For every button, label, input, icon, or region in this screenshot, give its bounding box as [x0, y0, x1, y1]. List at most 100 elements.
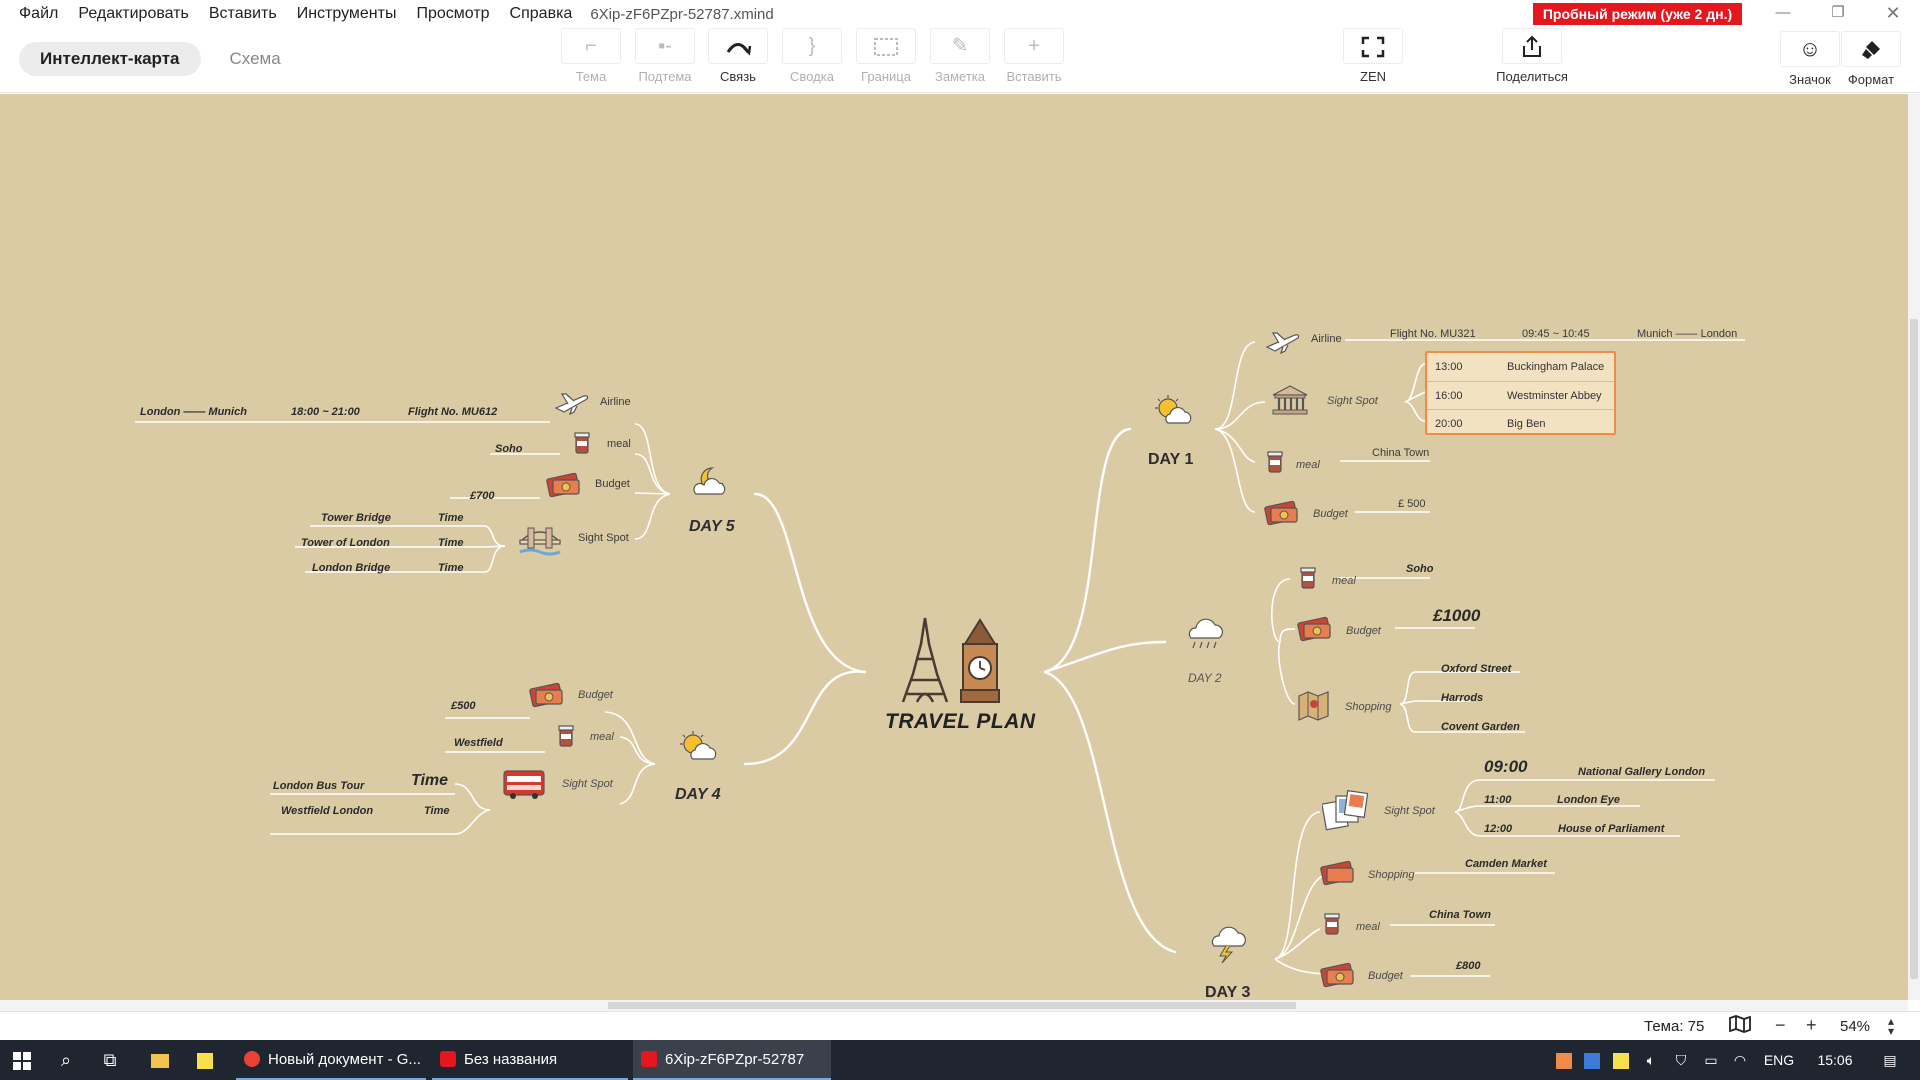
subtopic-button[interactable]: ▪- Подтема [634, 26, 696, 86]
label-budget[interactable]: Budget [1368, 970, 1403, 983]
label-meal[interactable]: meal [1296, 459, 1320, 472]
text-time[interactable]: 12:00 [1484, 823, 1512, 836]
text-budget[interactable]: £1000 [1433, 607, 1480, 624]
label-budget[interactable]: Budget [1346, 625, 1381, 638]
label-sight-spot[interactable]: Sight Spot [578, 532, 629, 545]
text-flight-no[interactable]: Flight No. MU612 [408, 406, 497, 419]
language-indicator[interactable]: ENG [1760, 1040, 1798, 1080]
restore-icon[interactable]: ❐ [1815, 0, 1861, 28]
label-budget[interactable]: Budget [578, 689, 613, 702]
clock[interactable]: 15:06 [1810, 1040, 1860, 1080]
map-view-icon[interactable] [1729, 1015, 1751, 1037]
text-meal[interactable]: Westfield [454, 737, 503, 750]
zoom-level[interactable]: 54% [1840, 1018, 1870, 1035]
central-topic-eiffel-bigben-icon[interactable] [895, 614, 1005, 706]
volume-icon[interactable]: 🔈︎ [1640, 1040, 1662, 1080]
text-shopping-item[interactable]: Covent Garden [1441, 721, 1520, 734]
tab-outline[interactable]: Схема [209, 42, 302, 76]
taskbar-app-xmind-1[interactable]: Без названия [432, 1040, 628, 1080]
summary-button[interactable]: } Сводка [781, 26, 843, 86]
text-flight-time[interactable]: 09:45 ~ 10:45 [1522, 328, 1590, 341]
taskbar-app-chrome[interactable]: Новый документ - G... [236, 1040, 426, 1080]
windows-start-icon[interactable] [0, 1040, 44, 1080]
text-time[interactable]: Time [438, 537, 463, 550]
zoom-in-button[interactable]: + [1806, 1015, 1817, 1035]
topic-day5[interactable]: DAY 5 [689, 518, 735, 536]
text-budget[interactable]: £ 500 [1398, 498, 1426, 511]
text-flight-no[interactable]: Flight No. MU321 [1390, 328, 1476, 341]
menu-tools[interactable]: Инструменты [287, 0, 407, 28]
zoom-stepper-icon[interactable]: ▴ ▾ [1888, 1015, 1894, 1037]
notifications-icon[interactable]: ▤ [1870, 1040, 1910, 1080]
text-flight-time[interactable]: 18:00 ~ 21:00 [291, 406, 360, 419]
text-sight[interactable]: Westfield London [281, 805, 373, 818]
table-row[interactable]: 13:00 Buckingham Palace [1427, 353, 1614, 381]
share-button[interactable]: Поделиться [1487, 26, 1577, 86]
label-sight-spot[interactable]: Sight Spot [1327, 395, 1378, 408]
menu-help[interactable]: Справка [500, 0, 583, 28]
vertical-scrollbar[interactable] [1908, 94, 1920, 1000]
minimize-icon[interactable]: — [1760, 0, 1806, 28]
label-budget[interactable]: Budget [595, 478, 630, 491]
text-sight[interactable]: London Bridge [312, 562, 390, 575]
menu-edit[interactable]: Редактировать [68, 0, 199, 28]
topic-day1[interactable]: DAY 1 [1148, 451, 1193, 469]
topic-day4[interactable]: DAY 4 [675, 786, 721, 804]
tray-notes-icon[interactable] [1610, 1040, 1632, 1080]
text-budget[interactable]: £500 [451, 700, 475, 713]
topic-day2[interactable]: DAY 2 [1188, 671, 1222, 685]
battery-icon[interactable]: ▭ [1700, 1040, 1722, 1080]
search-icon[interactable]: ⌕ [44, 1040, 88, 1080]
label-sight-spot[interactable]: Sight Spot [1384, 805, 1435, 818]
label-shopping[interactable]: Shopping [1368, 869, 1415, 882]
boundary-button[interactable]: Граница [855, 26, 917, 86]
close-icon[interactable]: ✕ [1870, 0, 1916, 28]
label-shopping[interactable]: Shopping [1345, 701, 1392, 714]
text-sight[interactable]: London Eye [1557, 794, 1620, 807]
text-meal[interactable]: China Town [1429, 909, 1491, 922]
topic-button[interactable]: ⌐ Тема [560, 26, 622, 86]
text-shopping-item[interactable]: Harrods [1441, 692, 1483, 705]
text-sight[interactable]: National Gallery London [1578, 766, 1705, 779]
horizontal-scrollbar[interactable] [0, 1000, 1908, 1011]
menu-file[interactable]: Файл [0, 0, 68, 28]
text-budget[interactable]: £800 [1456, 960, 1480, 973]
text-route[interactable]: London —— Munich [140, 406, 247, 419]
file-explorer-icon[interactable] [138, 1040, 182, 1080]
central-topic[interactable]: TRAVEL PLAN [885, 710, 1036, 734]
text-time[interactable]: Time [424, 805, 449, 818]
text-meal[interactable]: Soho [495, 443, 523, 456]
tab-mindmap[interactable]: Интеллект-карта [19, 42, 201, 76]
note-button[interactable]: ✎ Заметка [929, 26, 991, 86]
task-view-icon[interactable]: ⧉ [88, 1040, 132, 1080]
text-meal[interactable]: China Town [1372, 447, 1429, 460]
text-time[interactable]: 11:00 [1484, 794, 1511, 807]
taskbar-app-xmind-2[interactable]: 6Xip-zF6PZpr-52787 [633, 1040, 831, 1080]
relationship-button[interactable]: Связь [707, 26, 769, 86]
label-meal[interactable]: meal [1332, 575, 1356, 588]
vertical-scroll-thumb[interactable] [1910, 319, 1918, 979]
table-row[interactable]: 16:00 Westminster Abbey [1427, 381, 1614, 409]
sticky-notes-icon[interactable] [183, 1040, 227, 1080]
horizontal-scroll-thumb[interactable] [608, 1002, 1296, 1009]
label-airline[interactable]: Airline [1311, 333, 1342, 346]
text-time[interactable]: Time [438, 562, 463, 575]
text-time[interactable]: 09:00 [1484, 758, 1527, 775]
zen-button[interactable]: ZEN [1342, 26, 1404, 86]
label-sight-spot[interactable]: Sight Spot [562, 778, 613, 791]
tray-shield-app-icon[interactable] [1581, 1040, 1603, 1080]
menu-view[interactable]: Просмотр [406, 0, 499, 28]
text-shopping-item[interactable]: Oxford Street [1441, 663, 1511, 676]
text-route[interactable]: Munich —— London [1637, 328, 1737, 341]
menu-insert[interactable]: Вставить [199, 0, 287, 28]
topic-day3[interactable]: DAY 3 [1205, 984, 1250, 1000]
security-shield-icon[interactable]: ⛉ [1670, 1040, 1692, 1080]
zoom-out-button[interactable]: − [1775, 1015, 1786, 1035]
insert-button[interactable]: + Вставить [1003, 26, 1065, 86]
label-meal[interactable]: meal [607, 438, 631, 451]
text-sight[interactable]: House of Parliament [1558, 823, 1664, 836]
text-time[interactable]: Time [438, 512, 463, 525]
format-panel-button[interactable]: Формат [1840, 29, 1902, 89]
text-time[interactable]: Time [411, 773, 448, 789]
text-sight[interactable]: London Bus Tour [273, 780, 364, 793]
